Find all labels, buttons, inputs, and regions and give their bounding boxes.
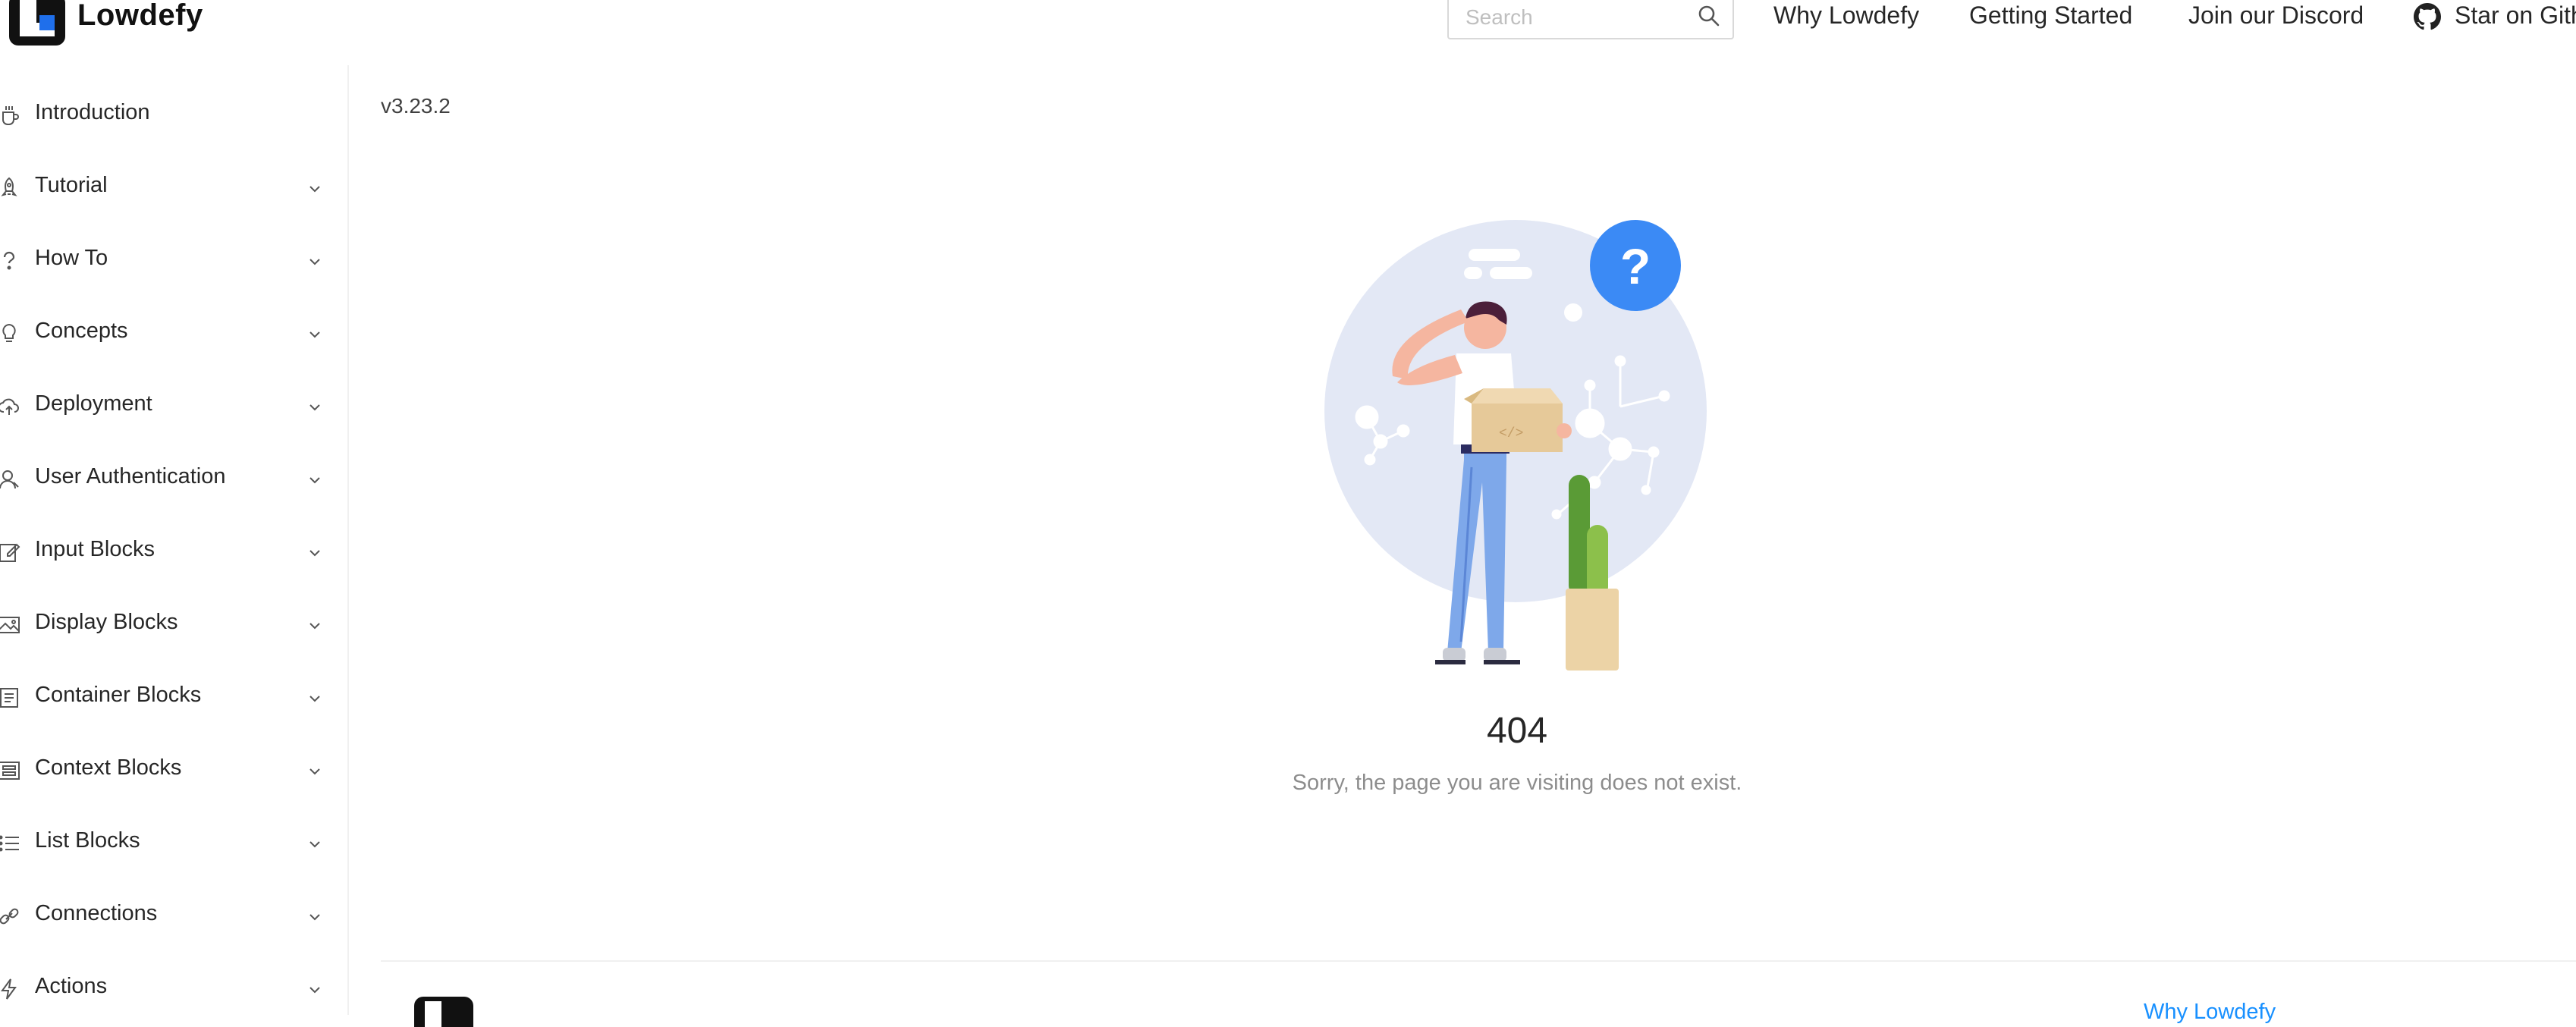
footer-divider xyxy=(381,960,2576,962)
sidebar-item-deployment[interactable]: Deployment xyxy=(0,376,347,437)
chevron-down-icon xyxy=(309,259,320,265)
sidebar-item-container-blocks[interactable]: Container Blocks xyxy=(0,667,347,728)
chevron-down-icon xyxy=(309,404,320,411)
rocket-icon xyxy=(1,177,17,196)
coffee-icon xyxy=(2,106,19,125)
chevron-down-icon xyxy=(309,768,320,775)
nav-star-github-label: Star on Github xyxy=(2455,2,2576,29)
sidebar-item-display-blocks[interactable]: Display Blocks xyxy=(0,595,347,655)
sidebar-item-context-blocks[interactable]: Context Blocks xyxy=(0,740,347,801)
search-icon[interactable] xyxy=(1696,3,1722,29)
nav-join-discord[interactable]: Join our Discord xyxy=(2188,2,2364,30)
context-icon xyxy=(0,762,20,780)
chevron-down-icon xyxy=(309,331,320,338)
lowdefy-logo[interactable] xyxy=(8,0,67,47)
cloud-upload-icon xyxy=(0,398,19,415)
chevron-down-icon xyxy=(309,550,320,557)
404-illustration: ? </> xyxy=(1324,220,1707,671)
svg-text:?: ? xyxy=(1620,238,1651,294)
user-icon xyxy=(0,470,19,489)
sidebar-item-user-authentication[interactable]: User Authentication xyxy=(0,449,347,510)
thunderbolt-icon xyxy=(1,978,17,1000)
brand-name[interactable]: Lowdefy xyxy=(77,0,203,33)
link-icon xyxy=(0,908,19,925)
chevron-down-icon xyxy=(309,477,320,484)
chevron-down-icon xyxy=(309,623,320,630)
svg-text:</>: </> xyxy=(1499,426,1523,441)
status-code-title: 404 xyxy=(1486,711,1548,751)
sidebar-item-concepts[interactable]: Concepts xyxy=(0,303,347,364)
chevron-down-icon xyxy=(309,914,320,921)
version-label: v3.23.2 xyxy=(381,94,451,118)
picture-icon xyxy=(0,617,20,633)
container-icon xyxy=(0,688,18,708)
chevron-down-icon xyxy=(309,841,320,848)
top-header: Lowdefy Why Lowdefy Getting Started Join… xyxy=(0,0,2576,65)
bulb-icon xyxy=(2,323,16,342)
sidebar-item-tutorial[interactable]: Tutorial xyxy=(0,158,347,218)
sidebar-item-how-to[interactable]: How To xyxy=(0,231,347,291)
github-icon xyxy=(2414,3,2441,30)
search-box[interactable] xyxy=(1447,0,1734,39)
list-icon xyxy=(0,835,19,852)
sidebar-item-input-blocks[interactable]: Input Blocks xyxy=(0,522,347,583)
search-input[interactable] xyxy=(1464,3,1695,32)
question-icon xyxy=(3,251,15,270)
footer-link-why-lowdefy[interactable]: Why Lowdefy xyxy=(2144,1000,2276,1025)
sidebar-item-introduction[interactable]: Introduction xyxy=(0,85,347,146)
nav-getting-started[interactable]: Getting Started xyxy=(1969,2,2132,30)
form-icon xyxy=(0,543,20,562)
sidebar-item-connections[interactable]: Connections xyxy=(0,886,347,947)
status-message: Sorry, the page you are visiting does no… xyxy=(1292,771,1742,795)
sidebar-item-actions[interactable]: Actions xyxy=(0,959,347,1019)
sidebar-menu: Introduction Tutorial How To Concepts De… xyxy=(0,65,349,1015)
chevron-down-icon xyxy=(309,987,320,994)
chevron-down-icon xyxy=(309,186,320,193)
footer-lowdefy-logo[interactable] xyxy=(414,997,473,1027)
nav-why-lowdefy[interactable]: Why Lowdefy xyxy=(1773,2,1919,30)
chevron-down-icon xyxy=(309,696,320,702)
sidebar-item-list-blocks[interactable]: List Blocks xyxy=(0,813,347,874)
